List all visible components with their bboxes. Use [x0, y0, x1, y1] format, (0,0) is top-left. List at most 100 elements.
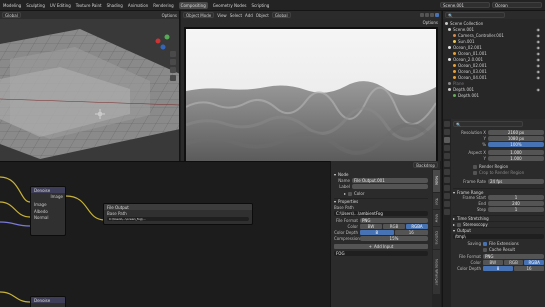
frame-end-field[interactable]: 240 — [488, 201, 544, 206]
resolution-y-field[interactable]: 1080 px — [488, 136, 544, 141]
menu-geometry-nodes[interactable]: Geometry Nodes — [213, 3, 247, 8]
view-layer-tab-icon[interactable] — [444, 145, 450, 151]
data-tab-icon[interactable] — [444, 209, 450, 215]
visibility-icon[interactable]: ◉ — [537, 75, 541, 80]
aspect-y-field[interactable]: 1.000 — [488, 156, 544, 161]
node-base-path-field[interactable]: C:\Users\...\ocean_fog\... — [107, 217, 249, 221]
cache-result-checkbox[interactable] — [483, 247, 487, 252]
depth-16-button[interactable]: 16 — [394, 230, 428, 235]
menu-sculpting[interactable]: Sculpting — [26, 3, 45, 8]
node-sidebar[interactable]: Backdrop ▾ Node Name File Output.001 Lab… — [330, 161, 440, 307]
props-search[interactable]: 🔍 — [453, 121, 523, 127]
visibility-icon[interactable]: ◉ — [537, 33, 541, 38]
viewport-3d[interactable]: Global Options — [0, 11, 180, 161]
render-tab-icon[interactable] — [444, 129, 450, 135]
resolution-percent-field[interactable]: 100% — [488, 142, 544, 147]
frame-start-field[interactable]: 1 — [488, 195, 544, 200]
menu-rendering[interactable]: Rendering — [153, 3, 173, 8]
tab-node[interactable]: Node — [433, 170, 440, 192]
color-bw-button[interactable]: BW — [483, 260, 503, 265]
menu-modeling[interactable]: Modeling — [3, 3, 21, 8]
tool-tab-icon[interactable] — [444, 121, 450, 127]
menu-compositing[interactable]: Compositing — [178, 1, 208, 9]
compression-field[interactable]: 15% — [360, 236, 428, 241]
depth-16-button[interactable]: 16 — [514, 266, 544, 271]
color-checkbox[interactable] — [348, 191, 353, 196]
tab-tool[interactable]: Tool — [433, 193, 440, 209]
outliner-item[interactable]: Depth.001 — [445, 92, 543, 98]
properties-editor[interactable]: 🔍 Resolution X 2160 px Y 1080 px % 100% … — [442, 119, 545, 307]
particles-tab-icon[interactable] — [444, 185, 450, 191]
scene-selector[interactable]: Scene.001 — [440, 2, 490, 8]
input-list-item[interactable]: FOG — [334, 251, 428, 256]
world-tab-icon[interactable] — [444, 161, 450, 167]
backdrop-button[interactable]: Backdrop — [413, 162, 438, 168]
orientation-dropdown[interactable]: Global — [2, 12, 21, 18]
visibility-icon[interactable]: ◉ — [537, 63, 541, 68]
mode-dropdown[interactable]: Object Mode — [183, 12, 215, 18]
color-section[interactable]: ▸ Color — [334, 191, 428, 196]
menu-select[interactable]: Select — [230, 13, 242, 18]
add-input-button[interactable]: + Add Input — [334, 244, 428, 249]
menu-shading[interactable]: Shading — [107, 3, 123, 8]
menu-view[interactable]: View — [217, 13, 227, 18]
base-path-field[interactable]: C:\Users\...\ambientFog — [334, 211, 428, 216]
node-label-field[interactable] — [352, 184, 428, 189]
menu-scripting[interactable]: Scripting — [252, 3, 270, 8]
tab-options[interactable]: Options — [433, 227, 440, 249]
file-format-dropdown[interactable]: PNG — [483, 254, 544, 259]
stereoscopy-checkbox[interactable] — [457, 222, 462, 227]
depth-8-button[interactable]: 8 — [360, 230, 394, 235]
denoise-node[interactable]: Denoise Image Image Albedo Normal — [30, 186, 66, 236]
object-tab-icon[interactable] — [444, 169, 450, 175]
frame-range-section[interactable]: ▾ Frame Range — [453, 188, 544, 195]
visibility-icon[interactable]: ◉ — [537, 27, 541, 32]
color-bw-button[interactable]: BW — [360, 224, 382, 229]
crop-checkbox[interactable] — [473, 170, 477, 175]
resolution-x-field[interactable]: 2160 px — [488, 130, 544, 135]
shading-modes[interactable] — [420, 13, 439, 17]
render-options[interactable]: Options — [423, 20, 438, 25]
output-path-field[interactable]: /tmp\ — [453, 234, 544, 239]
color-rgb-button[interactable]: RGB — [383, 224, 405, 229]
viewport-options[interactable]: Options — [162, 13, 177, 18]
frame-step-field[interactable]: 1 — [488, 207, 544, 212]
tab-view[interactable]: View — [433, 210, 440, 226]
menu-texture-paint[interactable]: Texture Paint — [76, 3, 102, 8]
output-section[interactable]: ▾ Output — [453, 227, 544, 233]
scene-tab-icon[interactable] — [444, 153, 450, 159]
depth-8-button[interactable]: 8 — [483, 266, 513, 271]
physics-tab-icon[interactable] — [444, 193, 450, 199]
file-format-dropdown[interactable]: PNG — [360, 218, 428, 223]
modifier-tab-icon[interactable] — [444, 177, 450, 183]
filter-dropdown[interactable]: 🔍 — [445, 12, 505, 18]
visibility-icon[interactable]: ◉ — [537, 39, 541, 44]
outliner[interactable]: 🔍 Scene Collection Scene.001 ◉ Camera_Con… — [442, 11, 545, 119]
denoise-node[interactable]: Denoise — [30, 296, 66, 307]
file-output-node[interactable]: File Output Base Path C:\Users\...\ocean… — [103, 203, 253, 225]
compositor-node-editor[interactable]: Denoise Image Image Albedo Normal File O… — [0, 161, 330, 307]
node-name-field[interactable]: File Output.001 — [352, 178, 428, 183]
menu-add[interactable]: Add — [245, 13, 253, 18]
frame-rate-dropdown[interactable]: 24 fps — [488, 179, 544, 184]
visibility-icon[interactable]: ◉ — [537, 45, 541, 50]
tab-node-wrangler[interactable]: Node Wrangler — [433, 250, 440, 294]
node-section[interactable]: ▾ Node — [334, 171, 428, 177]
visibility-icon[interactable]: ◉ — [537, 69, 541, 74]
output-tab-icon[interactable] — [444, 137, 450, 143]
render-viewport[interactable]: Object Mode View Select Add Object Globa… — [181, 11, 441, 161]
aspect-x-field[interactable]: 1.000 — [488, 150, 544, 155]
color-rgba-button[interactable]: RGBA — [524, 260, 545, 265]
menu-animation[interactable]: Animation — [128, 3, 148, 8]
menu-object[interactable]: Object — [256, 13, 269, 18]
visibility-icon[interactable]: ◉ — [537, 51, 541, 56]
file-extensions-checkbox[interactable] — [483, 241, 487, 246]
visibility-icon[interactable]: ◉ — [537, 87, 541, 92]
orientation-dropdown[interactable]: Global — [271, 12, 291, 18]
constraints-tab-icon[interactable] — [444, 201, 450, 207]
view-layer-selector[interactable]: Ocean — [492, 2, 542, 8]
color-rgb-button[interactable]: RGB — [503, 260, 524, 265]
render-region-checkbox[interactable] — [473, 164, 477, 169]
color-rgba-button[interactable]: RGBA — [406, 224, 428, 229]
menu-uv-editing[interactable]: UV Editing — [50, 3, 71, 8]
